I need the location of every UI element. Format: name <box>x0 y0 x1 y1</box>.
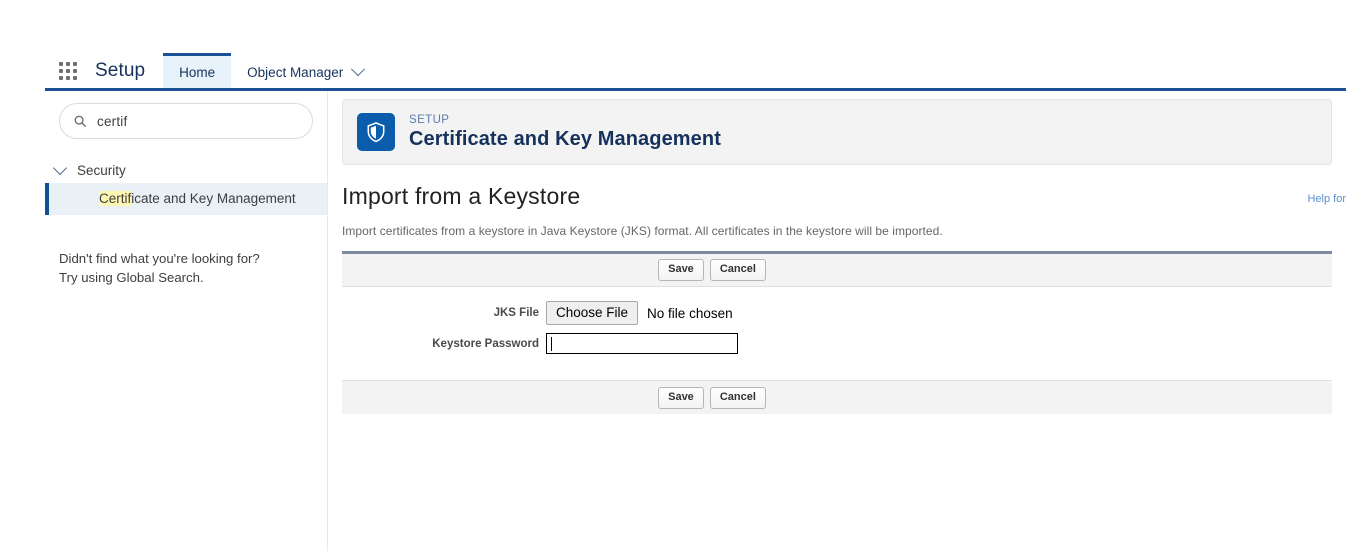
tree-group-security-label: Security <box>77 162 126 178</box>
sidebar-help-note-line2: Try using Global Search. <box>59 270 204 285</box>
cancel-button-bottom[interactable]: Cancel <box>709 386 766 409</box>
classic-content-area: Import from a Keystore Help for Import c… <box>328 183 1346 414</box>
sidebar-item-certificate-and-key-management[interactable]: Certificate and Key Management <box>45 183 327 215</box>
tab-home[interactable]: Home <box>163 53 232 88</box>
import-keystore-form: JKS File Choose File No file chosen Keys… <box>342 287 1332 380</box>
section-description: Import certificates from a keystore in J… <box>342 224 943 238</box>
quick-find-wrapper: certif <box>59 103 313 139</box>
setup-sidebar: certif Security Certificate and Key Mana… <box>45 91 328 551</box>
chevron-down-icon <box>52 160 68 176</box>
shield-icon <box>357 113 395 151</box>
save-button-top[interactable]: Save <box>658 259 704 281</box>
form-row-keystore-password: Keystore Password <box>342 333 1332 354</box>
keystore-password-label: Keystore Password <box>432 337 539 350</box>
text-caret <box>551 336 552 351</box>
save-button-bottom[interactable]: Save <box>658 386 704 409</box>
search-match-highlight: Certif <box>99 191 132 206</box>
global-nav-bar: Setup Home Object Manager <box>45 53 1346 91</box>
page-title: Certificate and Key Management <box>409 127 721 150</box>
search-icon <box>74 115 86 127</box>
search-input-value: certif <box>97 113 128 129</box>
search-input[interactable]: certif <box>59 103 313 139</box>
sidebar-help-note: Didn't find what you're looking for? Try… <box>59 249 313 287</box>
jks-file-label: JKS File <box>493 307 539 319</box>
file-chosen-status: No file chosen <box>647 305 733 321</box>
app-launcher-grid-icon <box>59 61 77 80</box>
top-button-bar: Save Cancel <box>342 254 1332 287</box>
sidebar-item-label-rest: icate and Key Management <box>131 191 296 206</box>
help-for-this-page-link[interactable]: Help for <box>1307 193 1346 205</box>
sidebar-help-note-line1: Didn't find what you're looking for? <box>59 251 260 266</box>
cancel-button-top[interactable]: Cancel <box>709 259 766 281</box>
app-launcher-button[interactable] <box>45 53 91 88</box>
tab-object-manager[interactable]: Object Manager <box>231 53 379 88</box>
section-title: Import from a Keystore <box>342 183 581 209</box>
chevron-down-icon <box>351 62 366 77</box>
setup-title: Setup <box>95 59 146 81</box>
tree-group-security[interactable]: Security <box>45 157 327 183</box>
form-row-jks-file: JKS File Choose File No file chosen <box>342 301 1332 325</box>
keystore-password-input[interactable] <box>546 333 738 354</box>
workspace: certif Security Certificate and Key Mana… <box>45 91 1346 551</box>
shield-icon-glyph <box>367 122 385 143</box>
setup-app: Setup Home Object Manager certif Securit… <box>45 53 1346 551</box>
setup-tree: Security Certificate and Key Management <box>45 157 327 215</box>
choose-file-button[interactable]: Choose File <box>546 301 639 325</box>
bottom-button-bar: Save Cancel <box>342 380 1332 414</box>
tab-home-label: Home <box>179 64 216 80</box>
page-header-card: SETUP Certificate and Key Management <box>342 99 1332 165</box>
main-content: SETUP Certificate and Key Management Imp… <box>328 91 1346 551</box>
tab-object-manager-label: Object Manager <box>247 64 344 80</box>
page-header-eyebrow: SETUP <box>409 113 450 126</box>
import-keystore-panel: Save Cancel JKS File Choose File No file… <box>342 251 1332 414</box>
